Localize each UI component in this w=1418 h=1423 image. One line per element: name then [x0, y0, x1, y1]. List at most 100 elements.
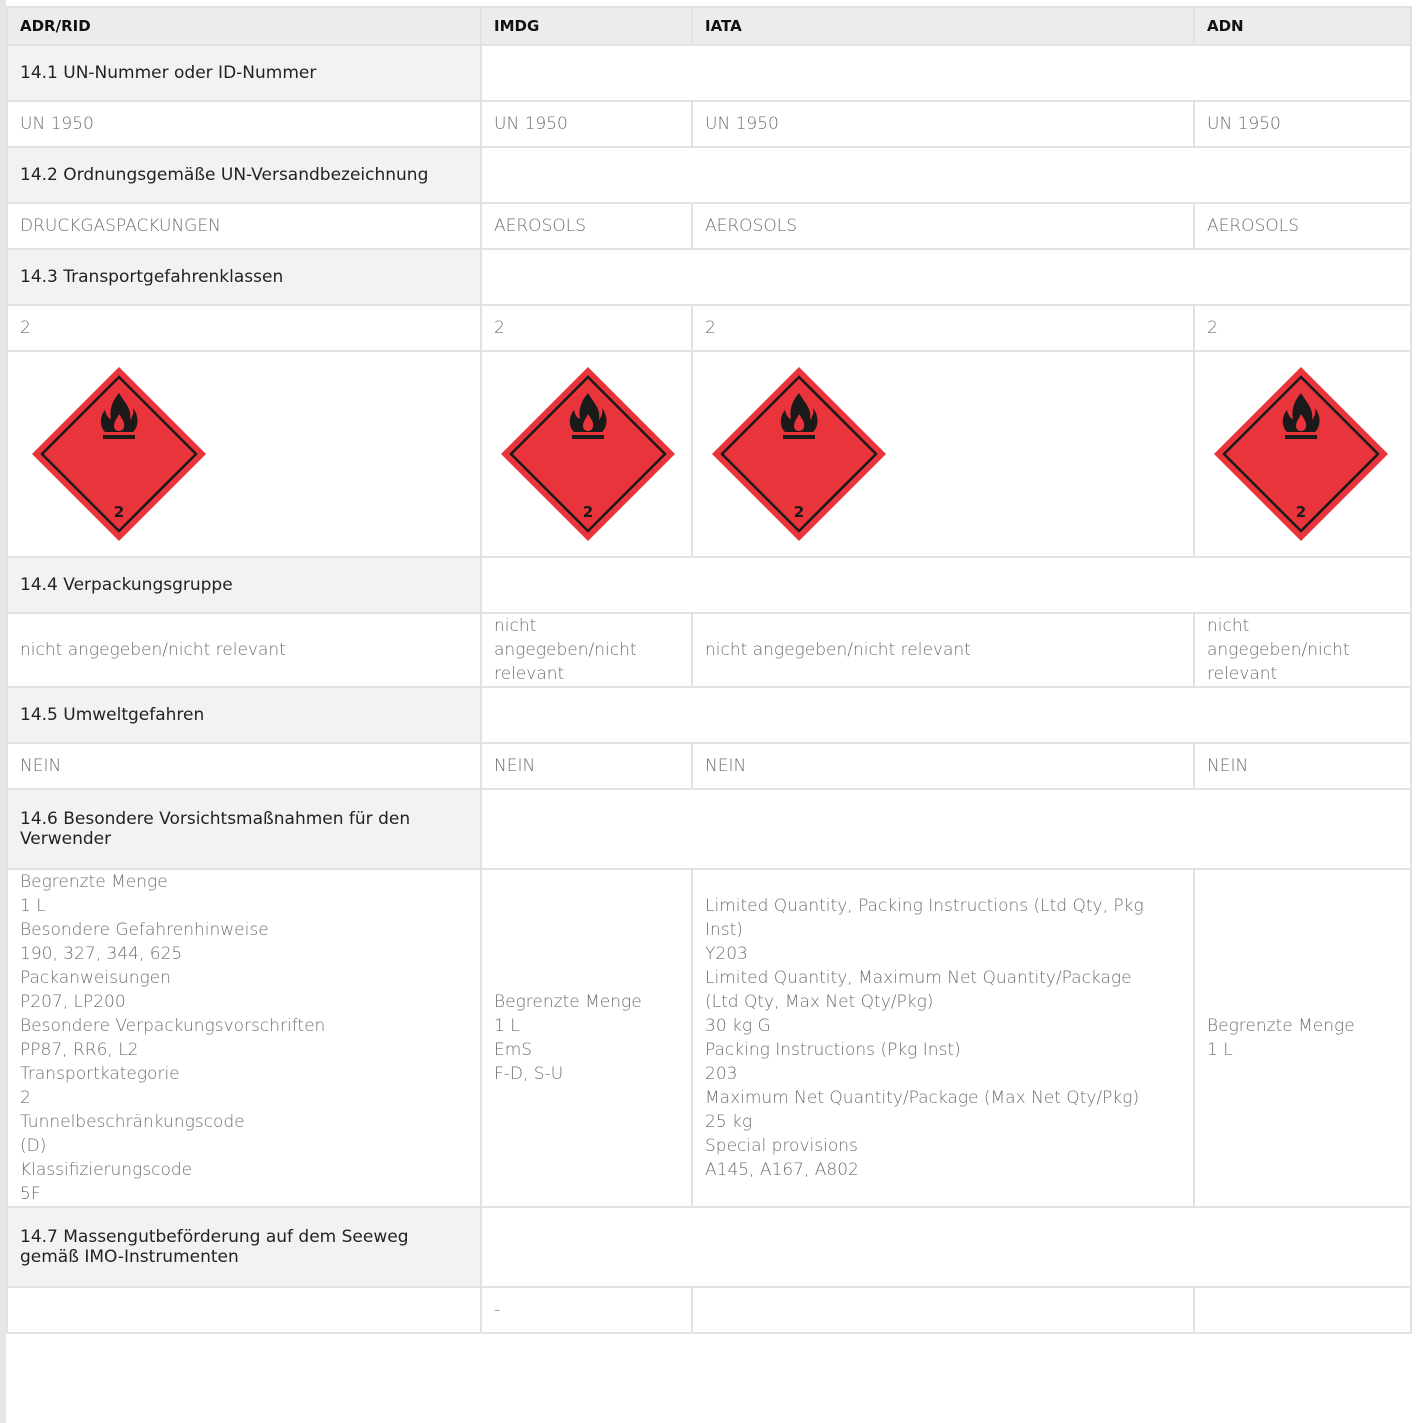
cell-hazard-class-imdg: 2	[480, 304, 693, 352]
precaution-line: Inst)	[705, 920, 743, 940]
cell-hazard-class-adn: 2	[1193, 304, 1412, 352]
cell-hazard-class-iata: 2	[691, 304, 1195, 352]
hazard-class-number: 2	[114, 503, 124, 521]
header-row: ADR/RID IMDG IATA ADN	[6, 6, 1412, 46]
cell-shipping-name-imdg: AEROSOLS	[480, 202, 693, 250]
precaution-line: F-D, S-U	[494, 1064, 564, 1084]
precaution-line: 1 L	[494, 1016, 520, 1036]
precaution-line: 25 kg	[705, 1112, 753, 1132]
cell-precautions-adn: Begrenzte Menge 1 L	[1193, 868, 1412, 1208]
precaution-line: PP87, RR6, L2	[20, 1040, 139, 1060]
section-title-14-6: 14.6 Besondere Vorsichtsmaßnahmen für de…	[6, 788, 482, 870]
cell-bulk-iata	[691, 1286, 1195, 1334]
transport-table: ADR/RID IMDG IATA ADN 14.1 UN-Nummer ode…	[6, 6, 1412, 1334]
precaution-line: Begrenzte Menge	[1207, 1016, 1355, 1036]
section-spacer	[480, 788, 1412, 870]
flammable-gas-diamond-icon: 2	[30, 365, 208, 543]
cell-packing-group-iata: nicht angegeben/nicht relevant	[691, 612, 1195, 688]
hazard-class-number: 2	[794, 503, 804, 521]
precaution-line: Maximum Net Quantity/Package (Max Net Qt…	[705, 1088, 1140, 1108]
section-spacer	[480, 686, 1412, 744]
section-row-14-1: 14.1 UN-Nummer oder ID-Nummer	[6, 44, 1412, 102]
section-title-14-3: 14.3 Transportgefahrenklassen	[6, 248, 482, 306]
section-row-14-4: 14.4 Verpackungsgruppe	[6, 556, 1412, 614]
cell-un-number-adr: UN 1950	[6, 100, 482, 148]
text-line: 14.6 Besondere Vorsichtsmaßnahmen für de…	[20, 809, 411, 829]
cell-environment-imdg: NEIN	[480, 742, 693, 790]
text-line: relevant	[1207, 664, 1278, 684]
precaution-line: (Ltd Qty, Max Net Qty/Pkg)	[705, 992, 934, 1012]
hazard-class-number: 2	[1296, 503, 1306, 521]
precaution-line: 1 L	[20, 896, 46, 916]
precautions-iata-list: Limited Quantity, Packing Instructions (…	[705, 894, 1181, 1182]
precaution-line: Packing Instructions (Pkg Inst)	[705, 1040, 961, 1060]
table-row-hazard-class: 2 2 2 2	[6, 304, 1412, 352]
flammable-gas-diamond-icon: 2	[710, 365, 888, 543]
cell-packing-group-adr: nicht angegeben/nicht relevant	[6, 612, 482, 688]
cell-bulk-adr	[6, 1286, 482, 1334]
table-row-packing-group: nicht angegeben/nicht relevant nicht ang…	[6, 612, 1412, 688]
flammable-gas-diamond-icon: 2	[1212, 365, 1390, 543]
cell-shipping-name-adn: AEROSOLS	[1193, 202, 1412, 250]
section-title-14-7: 14.7 Massengutbeförderung auf dem Seeweg…	[6, 1206, 482, 1288]
precaution-line: A145, A167, A802	[705, 1160, 859, 1180]
section-title-14-4: 14.4 Verpackungsgruppe	[6, 556, 482, 614]
section-spacer	[480, 1206, 1412, 1288]
cell-packing-group-adn: nicht angegeben/nicht relevant	[1193, 612, 1412, 688]
precaution-line: 1 L	[1207, 1040, 1233, 1060]
section-spacer	[480, 44, 1412, 102]
cell-hazard-label-adr: 2	[6, 350, 482, 558]
table-row-bulk: -	[6, 1286, 1412, 1334]
section-title-14-2: 14.2 Ordnungsgemäße UN-Versandbezeichnun…	[6, 146, 482, 204]
precaution-line: Limited Quantity, Packing Instructions (…	[705, 896, 1144, 916]
precaution-line: (D)	[20, 1136, 47, 1156]
precaution-line: 30 kg G	[705, 1016, 771, 1036]
precaution-line: 5F	[20, 1184, 41, 1204]
cell-hazard-label-iata: 2	[691, 350, 1195, 558]
precaution-line: Transportkategorie	[20, 1064, 180, 1084]
precaution-line: Special provisions	[705, 1136, 858, 1156]
cell-bulk-adn	[1193, 1286, 1412, 1334]
precaution-line: Begrenzte Menge	[494, 992, 642, 1012]
precaution-line: Packanweisungen	[20, 968, 171, 988]
precaution-line: 190, 327, 344, 625	[20, 944, 183, 964]
cell-precautions-adr: Begrenzte Menge 1 L Besondere Gefahrenhinw…	[6, 868, 482, 1208]
text-line: nicht	[494, 616, 537, 636]
text-line: relevant	[494, 664, 565, 684]
cell-shipping-name-adr: DRUCKGASPACKUNGEN	[6, 202, 482, 250]
precaution-line: P207, LP200	[20, 992, 126, 1012]
precautions-adn-list: Begrenzte Menge 1 L	[1207, 1014, 1398, 1062]
flammable-gas-diamond-icon: 2	[499, 365, 677, 543]
column-header-adr-rid: ADR/RID	[6, 6, 482, 46]
precautions-adr-list: Begrenzte Menge 1 L Besondere Gefahrenhinw…	[20, 870, 468, 1206]
precaution-line: Besondere Gefahrenhinweise	[20, 920, 269, 940]
table-row-precautions: Begrenzte Menge 1 L Besondere Gefahrenhinw…	[6, 868, 1412, 1208]
cell-un-number-adn: UN 1950	[1193, 100, 1412, 148]
precaution-line: Klassifizierungscode	[20, 1160, 193, 1180]
cell-hazard-label-imdg: 2	[480, 350, 693, 558]
text-line: angegeben/nicht	[1207, 640, 1350, 660]
cell-precautions-imdg: Begrenzte Menge 1 L EmS F-D, S-U	[480, 868, 693, 1208]
table-row-hazard-labels: 2 2 2 2	[6, 350, 1412, 558]
section-row-14-3: 14.3 Transportgefahrenklassen	[6, 248, 1412, 306]
cell-bulk-imdg: -	[480, 1286, 693, 1334]
cell-hazard-label-adn: 2	[1193, 350, 1412, 558]
column-header-iata: IATA	[691, 6, 1195, 46]
text-line: 14.7 Massengutbeförderung auf dem Seeweg	[20, 1227, 409, 1247]
section-title-14-5: 14.5 Umweltgefahren	[6, 686, 482, 744]
cell-packing-group-imdg: nicht angegeben/nicht relevant	[480, 612, 693, 688]
precaution-line: Y203	[705, 944, 748, 964]
cell-shipping-name-iata: AEROSOLS	[691, 202, 1195, 250]
text-line: gemäß IMO-Instrumenten	[20, 1247, 239, 1267]
precaution-line: Begrenzte Menge	[20, 872, 168, 892]
text-line: angegeben/nicht	[494, 640, 637, 660]
section-spacer	[480, 248, 1412, 306]
section-row-14-7: 14.7 Massengutbeförderung auf dem Seeweg…	[6, 1206, 1412, 1288]
column-header-imdg: IMDG	[480, 6, 693, 46]
text-line: Verwender	[20, 829, 112, 849]
precaution-line: 2	[20, 1088, 31, 1108]
section-spacer	[480, 556, 1412, 614]
hazard-class-number: 2	[583, 503, 593, 521]
precautions-imdg-list: Begrenzte Menge 1 L EmS F-D, S-U	[494, 990, 679, 1086]
section-row-14-6: 14.6 Besondere Vorsichtsmaßnahmen für de…	[6, 788, 1412, 870]
